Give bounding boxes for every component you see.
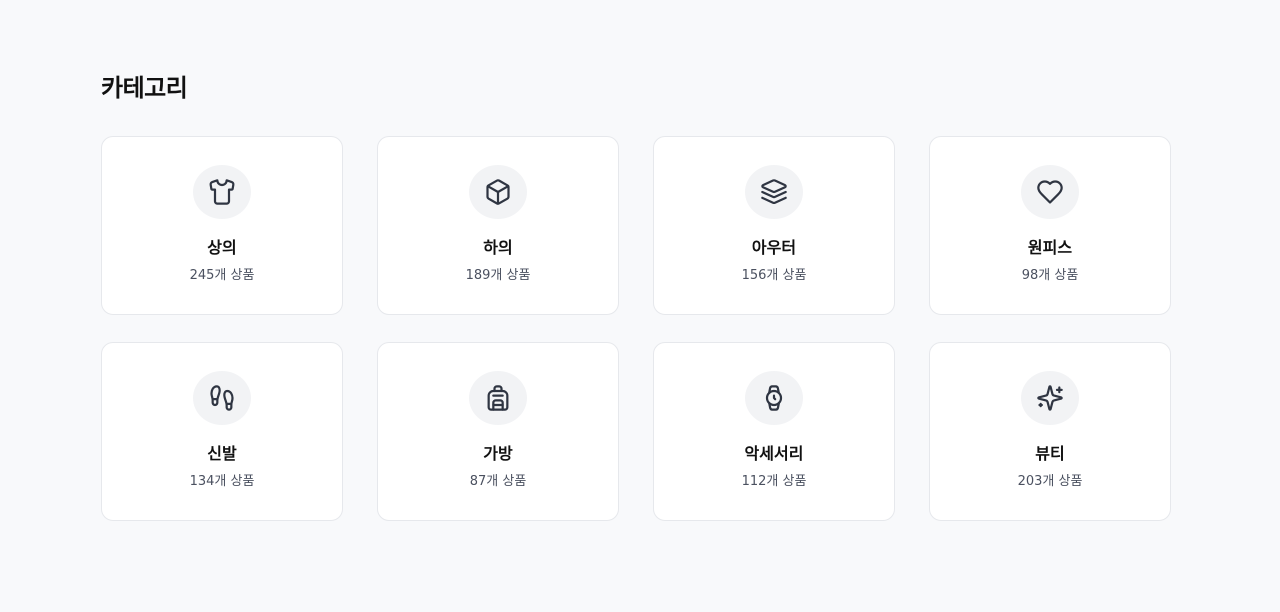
category-name: 뷰티 <box>1035 444 1065 463</box>
category-name: 가방 <box>483 444 513 463</box>
backpack-icon <box>469 371 527 425</box>
category-count: 98개 상품 <box>1021 268 1079 283</box>
category-name: 상의 <box>207 238 237 257</box>
category-page: 카테고리 상의 245개 상품 하의 189개 상품 아우터 156개 상품 원… <box>0 0 1280 612</box>
category-card-bottoms[interactable]: 하의 189개 상품 <box>377 136 619 315</box>
shirt-icon <box>193 165 251 219</box>
category-card-bags[interactable]: 가방 87개 상품 <box>377 342 619 521</box>
sparkles-icon <box>1021 371 1079 425</box>
box-icon <box>469 165 527 219</box>
category-card-tops[interactable]: 상의 245개 상품 <box>101 136 343 315</box>
watch-icon <box>745 371 803 425</box>
category-card-dresses[interactable]: 원피스 98개 상품 <box>929 136 1171 315</box>
category-count: 134개 상품 <box>189 474 255 489</box>
category-card-outerwear[interactable]: 아우터 156개 상품 <box>653 136 895 315</box>
category-name: 원피스 <box>1027 238 1073 257</box>
category-card-shoes[interactable]: 신발 134개 상품 <box>101 342 343 521</box>
category-card-beauty[interactable]: 뷰티 203개 상품 <box>929 342 1171 521</box>
category-count: 189개 상품 <box>465 268 531 283</box>
layers-icon <box>745 165 803 219</box>
category-name: 아우터 <box>751 238 797 257</box>
category-count: 245개 상품 <box>189 268 255 283</box>
category-count: 156개 상품 <box>741 268 807 283</box>
category-card-accessories[interactable]: 악세서리 112개 상품 <box>653 342 895 521</box>
category-grid: 상의 245개 상품 하의 189개 상품 아우터 156개 상품 원피스 98… <box>101 136 1171 521</box>
category-count: 87개 상품 <box>469 474 527 489</box>
heart-icon <box>1021 165 1079 219</box>
footprints-icon <box>193 371 251 425</box>
category-name: 하의 <box>483 238 513 257</box>
category-name: 악세서리 <box>744 444 804 463</box>
category-name: 신발 <box>207 444 237 463</box>
category-count: 203개 상품 <box>1017 474 1083 489</box>
category-count: 112개 상품 <box>741 474 807 489</box>
section-title: 카테고리 <box>101 74 188 102</box>
